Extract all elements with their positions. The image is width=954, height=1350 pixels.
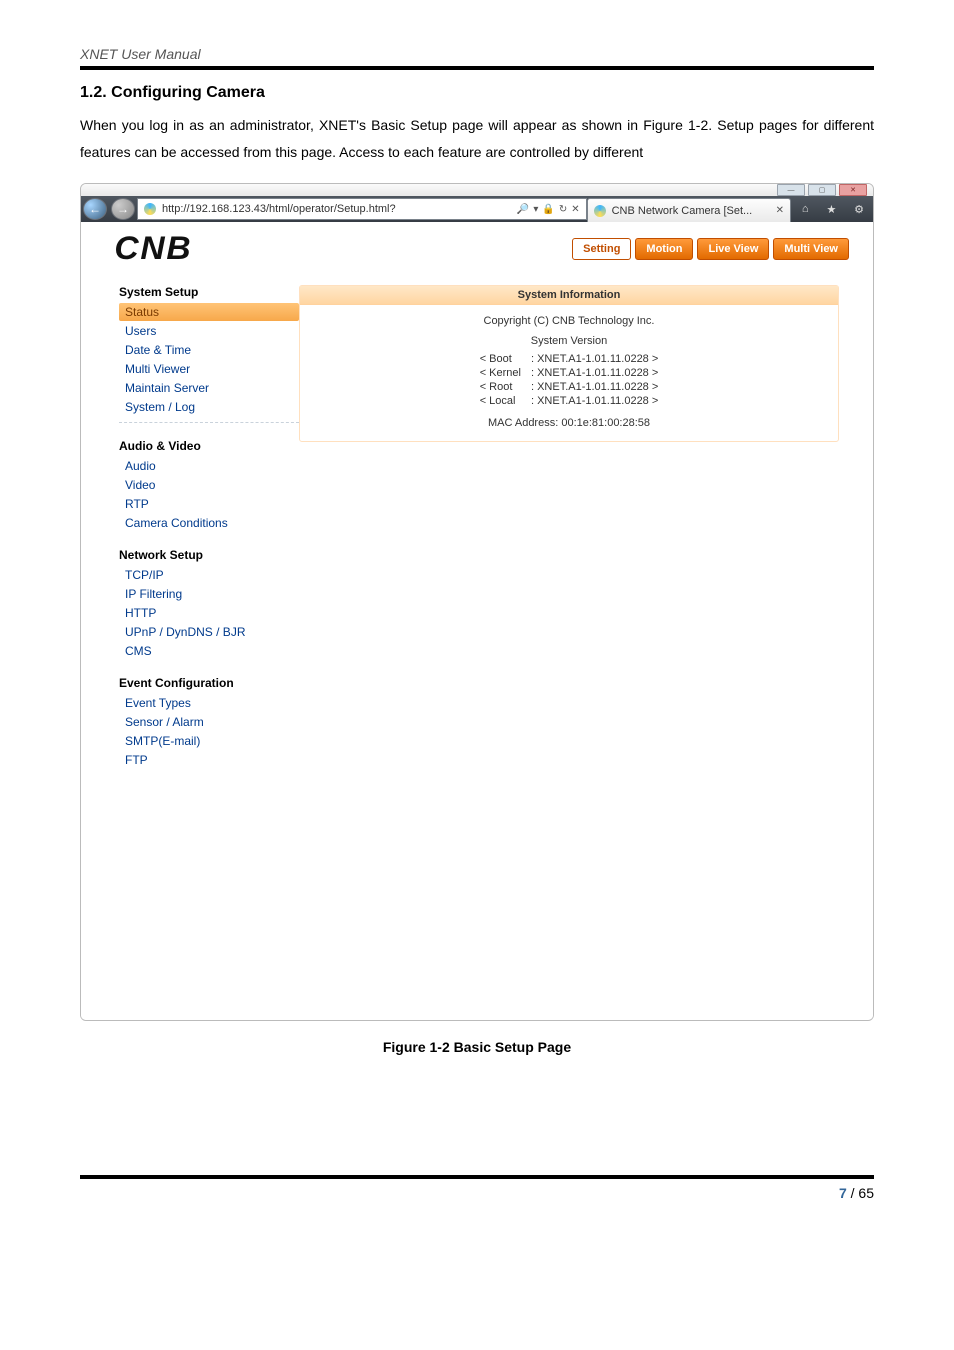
ver-key: < Kernel: [476, 367, 525, 379]
ver-val: : XNET.A1-1.01.11.0228 >: [527, 353, 662, 365]
url-text: http://192.168.123.43/html/operator/Setu…: [162, 203, 511, 215]
home-icon[interactable]: ⌂: [802, 203, 809, 215]
ver-key: < Boot: [476, 353, 525, 365]
cert-icon[interactable]: 🔒: [542, 204, 554, 215]
window-caption-bar: — ▢ ✕: [81, 184, 873, 196]
system-version-label: System Version: [308, 335, 830, 347]
ver-key: < Root: [476, 381, 525, 393]
sidebar-group-system: System Setup: [119, 285, 299, 299]
system-info-panel: System Information Copyright (C) CNB Tec…: [299, 285, 839, 442]
page-sep: /: [847, 1185, 859, 1201]
sidebar-item-camera-conditions[interactable]: Camera Conditions: [119, 514, 299, 532]
sidebar-item-ftp[interactable]: FTP: [119, 751, 299, 769]
browser-tab[interactable]: CNB Network Camera [Set... ✕: [587, 198, 791, 222]
nav-multi-view[interactable]: Multi View: [773, 238, 849, 260]
address-bar-icons: 🔎 ▾ 🔒 ↻ ✕: [517, 204, 580, 215]
sidebar-item-syslog[interactable]: System / Log: [119, 398, 299, 416]
sidebar-item-cms[interactable]: CMS: [119, 642, 299, 660]
panel-title: System Information: [300, 286, 838, 305]
tab-favicon: [594, 205, 606, 217]
section-title: 1.2. Configuring Camera: [80, 84, 874, 102]
screenshot-window: — ▢ ✕ ← → http://192.168.123.43/html/ope…: [80, 183, 874, 1021]
sidebar-group-event: Event Configuration: [119, 676, 299, 690]
table-row: < Local: XNET.A1-1.01.11.0228 >: [476, 395, 663, 407]
forward-button[interactable]: →: [111, 198, 135, 220]
sidebar-item-sensor-alarm[interactable]: Sensor / Alarm: [119, 713, 299, 731]
sidebar-item-http[interactable]: HTTP: [119, 604, 299, 622]
page-total: 65: [858, 1185, 874, 1201]
top-rule: [80, 66, 874, 70]
favorites-icon[interactable]: ★: [826, 203, 836, 216]
sidebar-item-status[interactable]: Status: [119, 303, 299, 321]
dropdown-icon[interactable]: ▾: [533, 204, 538, 215]
sidebar: System Setup Status Users Date & Time Mu…: [95, 285, 299, 770]
ver-val: : XNET.A1-1.01.11.0228 >: [527, 395, 662, 407]
table-row: < Kernel: XNET.A1-1.01.11.0228 >: [476, 367, 663, 379]
page-content: C N B Setting Motion Live View Multi Vie…: [81, 222, 873, 1020]
sidebar-item-users[interactable]: Users: [119, 322, 299, 340]
window-close-button[interactable]: ✕: [839, 184, 867, 196]
table-row: < Boot: XNET.A1-1.01.11.0228 >: [476, 353, 663, 365]
sidebar-item-multiviewer[interactable]: Multi Viewer: [119, 360, 299, 378]
nav-motion[interactable]: Motion: [635, 238, 693, 260]
tab-title: CNB Network Camera [Set...: [612, 205, 753, 217]
toolbar-right: ⌂ ★ ⚙: [793, 196, 873, 222]
nav-setting[interactable]: Setting: [572, 238, 631, 260]
browser-toolbar: ← → http://192.168.123.43/html/operator/…: [81, 196, 873, 222]
sidebar-sep-1: [119, 422, 299, 423]
sidebar-item-audio[interactable]: Audio: [119, 457, 299, 475]
version-table: < Boot: XNET.A1-1.01.11.0228 > < Kernel:…: [474, 351, 665, 409]
sidebar-item-event-types[interactable]: Event Types: [119, 694, 299, 712]
sidebar-item-datetime[interactable]: Date & Time: [119, 341, 299, 359]
logo-b: B: [167, 230, 192, 267]
ver-val: : XNET.A1-1.01.11.0228 >: [527, 367, 662, 379]
doc-header: XNET User Manual: [80, 46, 874, 62]
sidebar-item-video[interactable]: Video: [119, 476, 299, 494]
top-nav: Setting Motion Live View Multi View: [572, 238, 859, 260]
logo-c: C: [114, 230, 139, 267]
address-bar[interactable]: http://192.168.123.43/html/operator/Setu…: [137, 198, 587, 220]
ie-icon: [144, 203, 156, 215]
body-paragraph: When you log in as an administrator, XNE…: [80, 112, 874, 165]
sidebar-item-rtp[interactable]: RTP: [119, 495, 299, 513]
bottom-rule: [80, 1175, 874, 1179]
ver-val: : XNET.A1-1.01.11.0228 >: [527, 381, 662, 393]
logo-n: N: [141, 230, 166, 267]
page-number: 7 / 65: [80, 1185, 874, 1201]
search-icon[interactable]: 🔎: [517, 204, 529, 215]
cnb-logo: C N B: [95, 230, 191, 267]
sidebar-group-network: Network Setup: [119, 548, 299, 562]
nav-live-view[interactable]: Live View: [697, 238, 769, 260]
stop-icon[interactable]: ✕: [571, 204, 579, 215]
sidebar-item-upnp[interactable]: UPnP / DynDNS / BJR: [119, 623, 299, 641]
page-current: 7: [839, 1185, 847, 1201]
figure-caption: Figure 1-2 Basic Setup Page: [80, 1039, 874, 1055]
sidebar-item-ipfilter[interactable]: IP Filtering: [119, 585, 299, 603]
sidebar-item-tcpip[interactable]: TCP/IP: [119, 566, 299, 584]
copyright: Copyright (C) CNB Technology Inc.: [308, 315, 830, 327]
tab-close-icon[interactable]: ✕: [776, 205, 784, 216]
mac-address: MAC Address: 00:1e:81:00:28:58: [308, 417, 830, 429]
sidebar-item-maintain[interactable]: Maintain Server: [119, 379, 299, 397]
sidebar-item-smtp[interactable]: SMTP(E-mail): [119, 732, 299, 750]
back-button[interactable]: ←: [83, 198, 107, 220]
window-minimize-button[interactable]: —: [777, 184, 805, 196]
content-area: System Information Copyright (C) CNB Tec…: [299, 285, 859, 442]
refresh-icon[interactable]: ↻: [559, 204, 567, 215]
ver-key: < Local: [476, 395, 525, 407]
sidebar-group-av: Audio & Video: [119, 439, 299, 453]
tools-icon[interactable]: ⚙: [854, 203, 864, 216]
window-maximize-button[interactable]: ▢: [808, 184, 836, 196]
table-row: < Root: XNET.A1-1.01.11.0228 >: [476, 381, 663, 393]
